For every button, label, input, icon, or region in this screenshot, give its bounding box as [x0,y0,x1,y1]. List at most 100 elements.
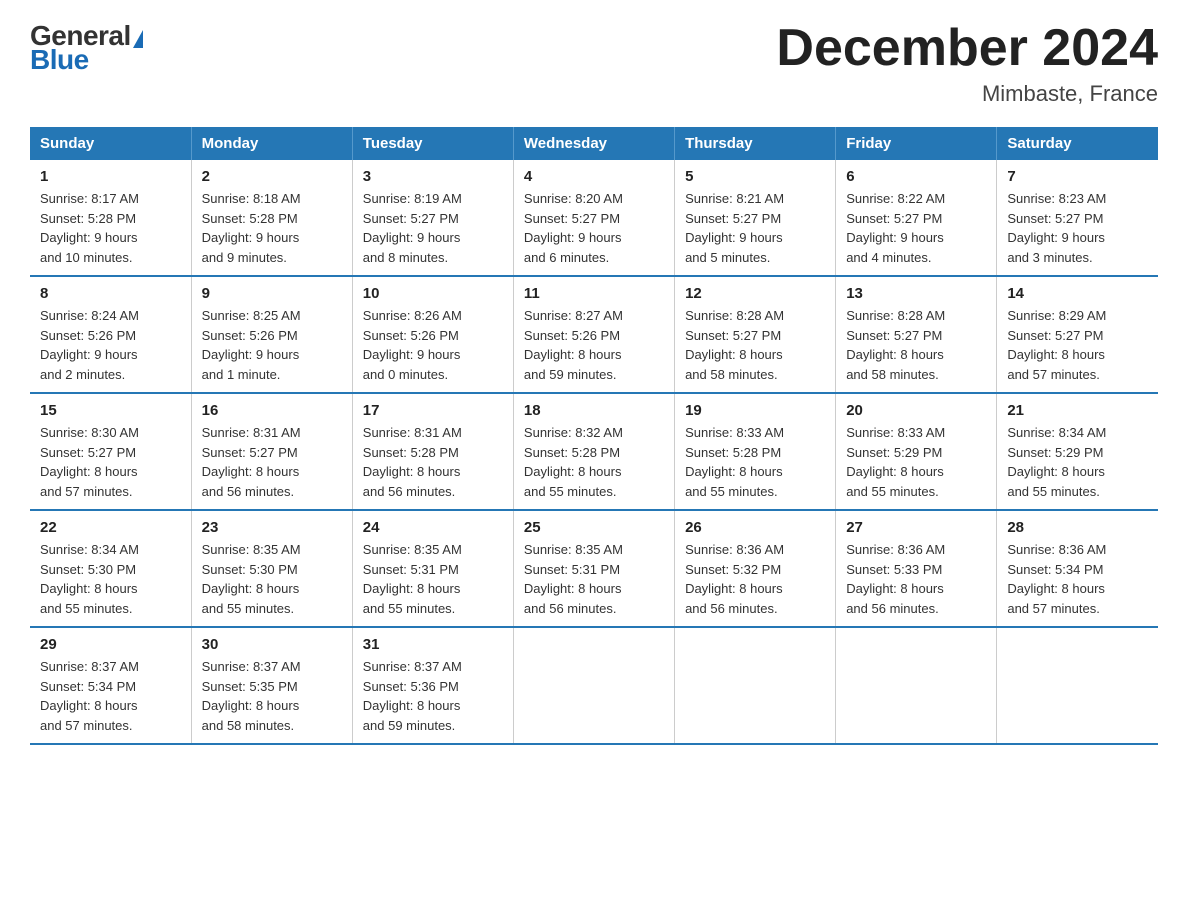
day-info: Sunrise: 8:36 AMSunset: 5:33 PMDaylight:… [846,540,986,618]
day-number: 6 [846,168,986,185]
day-cell: 2 Sunrise: 8:18 AMSunset: 5:28 PMDayligh… [191,160,352,276]
col-saturday: Saturday [997,127,1158,160]
day-info: Sunrise: 8:33 AMSunset: 5:28 PMDaylight:… [685,423,825,501]
day-number: 13 [846,285,986,302]
day-cell [997,627,1158,744]
day-cell: 1 Sunrise: 8:17 AMSunset: 5:28 PMDayligh… [30,160,191,276]
day-info: Sunrise: 8:20 AMSunset: 5:27 PMDaylight:… [524,189,664,267]
day-info: Sunrise: 8:29 AMSunset: 5:27 PMDaylight:… [1007,306,1148,384]
day-number: 31 [363,636,503,653]
day-info: Sunrise: 8:36 AMSunset: 5:32 PMDaylight:… [685,540,825,618]
day-number: 1 [40,168,181,185]
day-info: Sunrise: 8:18 AMSunset: 5:28 PMDaylight:… [202,189,342,267]
week-row-3: 15 Sunrise: 8:30 AMSunset: 5:27 PMDaylig… [30,393,1158,510]
day-cell: 14 Sunrise: 8:29 AMSunset: 5:27 PMDaylig… [997,276,1158,393]
calendar-header: Sunday Monday Tuesday Wednesday Thursday… [30,127,1158,160]
day-cell: 7 Sunrise: 8:23 AMSunset: 5:27 PMDayligh… [997,160,1158,276]
day-info: Sunrise: 8:17 AMSunset: 5:28 PMDaylight:… [40,189,181,267]
day-info: Sunrise: 8:34 AMSunset: 5:30 PMDaylight:… [40,540,181,618]
day-cell: 24 Sunrise: 8:35 AMSunset: 5:31 PMDaylig… [352,510,513,627]
day-number: 23 [202,519,342,536]
day-info: Sunrise: 8:19 AMSunset: 5:27 PMDaylight:… [363,189,503,267]
day-number: 10 [363,285,503,302]
day-info: Sunrise: 8:35 AMSunset: 5:31 PMDaylight:… [524,540,664,618]
day-info: Sunrise: 8:30 AMSunset: 5:27 PMDaylight:… [40,423,181,501]
day-number: 4 [524,168,664,185]
day-info: Sunrise: 8:26 AMSunset: 5:26 PMDaylight:… [363,306,503,384]
day-number: 29 [40,636,181,653]
day-number: 11 [524,285,664,302]
day-number: 7 [1007,168,1148,185]
day-cell: 23 Sunrise: 8:35 AMSunset: 5:30 PMDaylig… [191,510,352,627]
day-number: 28 [1007,519,1148,536]
day-number: 5 [685,168,825,185]
day-info: Sunrise: 8:35 AMSunset: 5:31 PMDaylight:… [363,540,503,618]
day-number: 17 [363,402,503,419]
day-info: Sunrise: 8:33 AMSunset: 5:29 PMDaylight:… [846,423,986,501]
col-wednesday: Wednesday [513,127,674,160]
col-tuesday: Tuesday [352,127,513,160]
col-thursday: Thursday [675,127,836,160]
header-row: Sunday Monday Tuesday Wednesday Thursday… [30,127,1158,160]
day-number: 18 [524,402,664,419]
week-row-4: 22 Sunrise: 8:34 AMSunset: 5:30 PMDaylig… [30,510,1158,627]
day-number: 2 [202,168,342,185]
day-cell: 31 Sunrise: 8:37 AMSunset: 5:36 PMDaylig… [352,627,513,744]
day-cell: 3 Sunrise: 8:19 AMSunset: 5:27 PMDayligh… [352,160,513,276]
day-cell: 27 Sunrise: 8:36 AMSunset: 5:33 PMDaylig… [836,510,997,627]
logo-blue-text: Blue [30,44,89,76]
day-number: 14 [1007,285,1148,302]
day-cell: 10 Sunrise: 8:26 AMSunset: 5:26 PMDaylig… [352,276,513,393]
day-cell: 30 Sunrise: 8:37 AMSunset: 5:35 PMDaylig… [191,627,352,744]
day-info: Sunrise: 8:31 AMSunset: 5:28 PMDaylight:… [363,423,503,501]
week-row-5: 29 Sunrise: 8:37 AMSunset: 5:34 PMDaylig… [30,627,1158,744]
day-number: 12 [685,285,825,302]
logo-triangle-icon [133,30,143,48]
day-info: Sunrise: 8:25 AMSunset: 5:26 PMDaylight:… [202,306,342,384]
calendar-table: Sunday Monday Tuesday Wednesday Thursday… [30,127,1158,745]
day-number: 26 [685,519,825,536]
col-friday: Friday [836,127,997,160]
day-number: 3 [363,168,503,185]
day-cell: 9 Sunrise: 8:25 AMSunset: 5:26 PMDayligh… [191,276,352,393]
day-cell: 5 Sunrise: 8:21 AMSunset: 5:27 PMDayligh… [675,160,836,276]
day-info: Sunrise: 8:21 AMSunset: 5:27 PMDaylight:… [685,189,825,267]
day-cell: 13 Sunrise: 8:28 AMSunset: 5:27 PMDaylig… [836,276,997,393]
day-cell [675,627,836,744]
day-cell [513,627,674,744]
day-number: 27 [846,519,986,536]
day-info: Sunrise: 8:28 AMSunset: 5:27 PMDaylight:… [685,306,825,384]
day-info: Sunrise: 8:22 AMSunset: 5:27 PMDaylight:… [846,189,986,267]
day-number: 21 [1007,402,1148,419]
week-row-2: 8 Sunrise: 8:24 AMSunset: 5:26 PMDayligh… [30,276,1158,393]
day-info: Sunrise: 8:37 AMSunset: 5:35 PMDaylight:… [202,657,342,735]
logo: General Blue [30,20,143,76]
day-info: Sunrise: 8:36 AMSunset: 5:34 PMDaylight:… [1007,540,1148,618]
day-cell: 28 Sunrise: 8:36 AMSunset: 5:34 PMDaylig… [997,510,1158,627]
month-title: December 2024 [776,20,1158,77]
day-info: Sunrise: 8:24 AMSunset: 5:26 PMDaylight:… [40,306,181,384]
day-cell: 16 Sunrise: 8:31 AMSunset: 5:27 PMDaylig… [191,393,352,510]
day-info: Sunrise: 8:28 AMSunset: 5:27 PMDaylight:… [846,306,986,384]
day-cell: 22 Sunrise: 8:34 AMSunset: 5:30 PMDaylig… [30,510,191,627]
day-info: Sunrise: 8:35 AMSunset: 5:30 PMDaylight:… [202,540,342,618]
col-sunday: Sunday [30,127,191,160]
day-cell: 15 Sunrise: 8:30 AMSunset: 5:27 PMDaylig… [30,393,191,510]
day-cell: 29 Sunrise: 8:37 AMSunset: 5:34 PMDaylig… [30,627,191,744]
day-cell [836,627,997,744]
week-row-1: 1 Sunrise: 8:17 AMSunset: 5:28 PMDayligh… [30,160,1158,276]
day-cell: 8 Sunrise: 8:24 AMSunset: 5:26 PMDayligh… [30,276,191,393]
day-cell: 19 Sunrise: 8:33 AMSunset: 5:28 PMDaylig… [675,393,836,510]
day-info: Sunrise: 8:37 AMSunset: 5:34 PMDaylight:… [40,657,181,735]
day-cell: 26 Sunrise: 8:36 AMSunset: 5:32 PMDaylig… [675,510,836,627]
day-cell: 21 Sunrise: 8:34 AMSunset: 5:29 PMDaylig… [997,393,1158,510]
day-cell: 4 Sunrise: 8:20 AMSunset: 5:27 PMDayligh… [513,160,674,276]
col-monday: Monday [191,127,352,160]
day-cell: 12 Sunrise: 8:28 AMSunset: 5:27 PMDaylig… [675,276,836,393]
day-info: Sunrise: 8:27 AMSunset: 5:26 PMDaylight:… [524,306,664,384]
calendar-body: 1 Sunrise: 8:17 AMSunset: 5:28 PMDayligh… [30,160,1158,744]
title-section: December 2024 Mimbaste, France [776,20,1158,107]
day-cell: 20 Sunrise: 8:33 AMSunset: 5:29 PMDaylig… [836,393,997,510]
day-cell: 11 Sunrise: 8:27 AMSunset: 5:26 PMDaylig… [513,276,674,393]
day-number: 15 [40,402,181,419]
